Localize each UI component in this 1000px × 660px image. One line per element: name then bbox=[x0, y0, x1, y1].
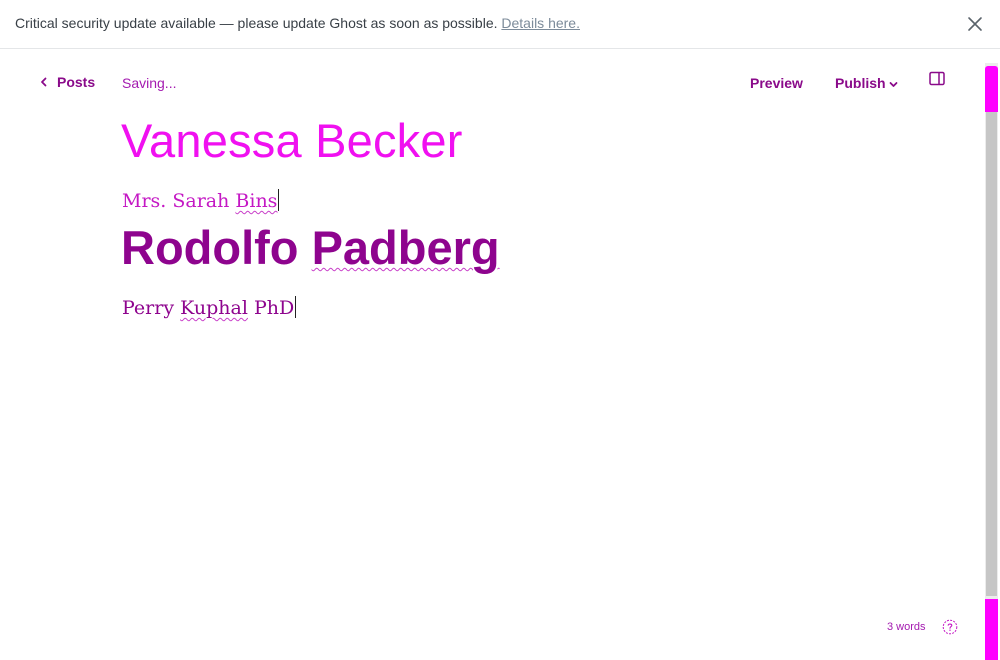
editor-paragraph[interactable]: Mrs. Sarah Bins bbox=[122, 189, 280, 212]
banner-message: Critical security update available — ple… bbox=[15, 15, 580, 31]
misspelled-word: Padberg bbox=[311, 221, 500, 274]
save-status: Saving... bbox=[122, 75, 177, 91]
paragraph-text: PhD bbox=[247, 297, 295, 319]
scrollbar-top-indicator bbox=[985, 66, 998, 112]
back-label: Posts bbox=[57, 74, 96, 90]
text-cursor bbox=[295, 296, 297, 318]
post-title[interactable]: Vanessa Becker bbox=[121, 113, 463, 168]
paragraph-text: Perry bbox=[122, 297, 181, 319]
editor-paragraph[interactable]: Perry Kuphal PhD bbox=[122, 296, 297, 319]
close-icon[interactable] bbox=[966, 15, 984, 33]
security-banner: Critical security update available — ple… bbox=[0, 0, 1000, 49]
misspelled-word: Bins bbox=[235, 190, 278, 212]
publish-label: Publish bbox=[835, 75, 886, 91]
word-count: 3 words bbox=[887, 621, 926, 633]
banner-details-link[interactable]: Details here. bbox=[501, 15, 580, 31]
heading-text: Rodolfo bbox=[121, 221, 312, 274]
paragraph-text: Mrs. Sarah bbox=[122, 190, 236, 212]
editor-scrollbar[interactable] bbox=[985, 63, 998, 660]
preview-button[interactable]: Preview bbox=[750, 75, 803, 91]
back-to-posts-button[interactable]: Posts bbox=[40, 74, 95, 90]
chevron-down-icon bbox=[889, 82, 897, 87]
banner-message-text: Critical security update available — ple… bbox=[15, 15, 498, 31]
chevron-left-icon bbox=[41, 77, 47, 87]
scrollbar-bottom-indicator bbox=[985, 599, 998, 660]
editor-heading[interactable]: Rodolfo Padberg bbox=[121, 220, 500, 275]
scrollbar-thumb[interactable] bbox=[986, 112, 997, 596]
text-cursor bbox=[278, 189, 280, 211]
misspelled-word: Kuphal bbox=[180, 297, 248, 319]
publish-button[interactable]: Publish bbox=[835, 75, 898, 91]
help-icon[interactable] bbox=[942, 619, 958, 635]
sidebar-toggle-icon[interactable] bbox=[929, 71, 945, 87]
